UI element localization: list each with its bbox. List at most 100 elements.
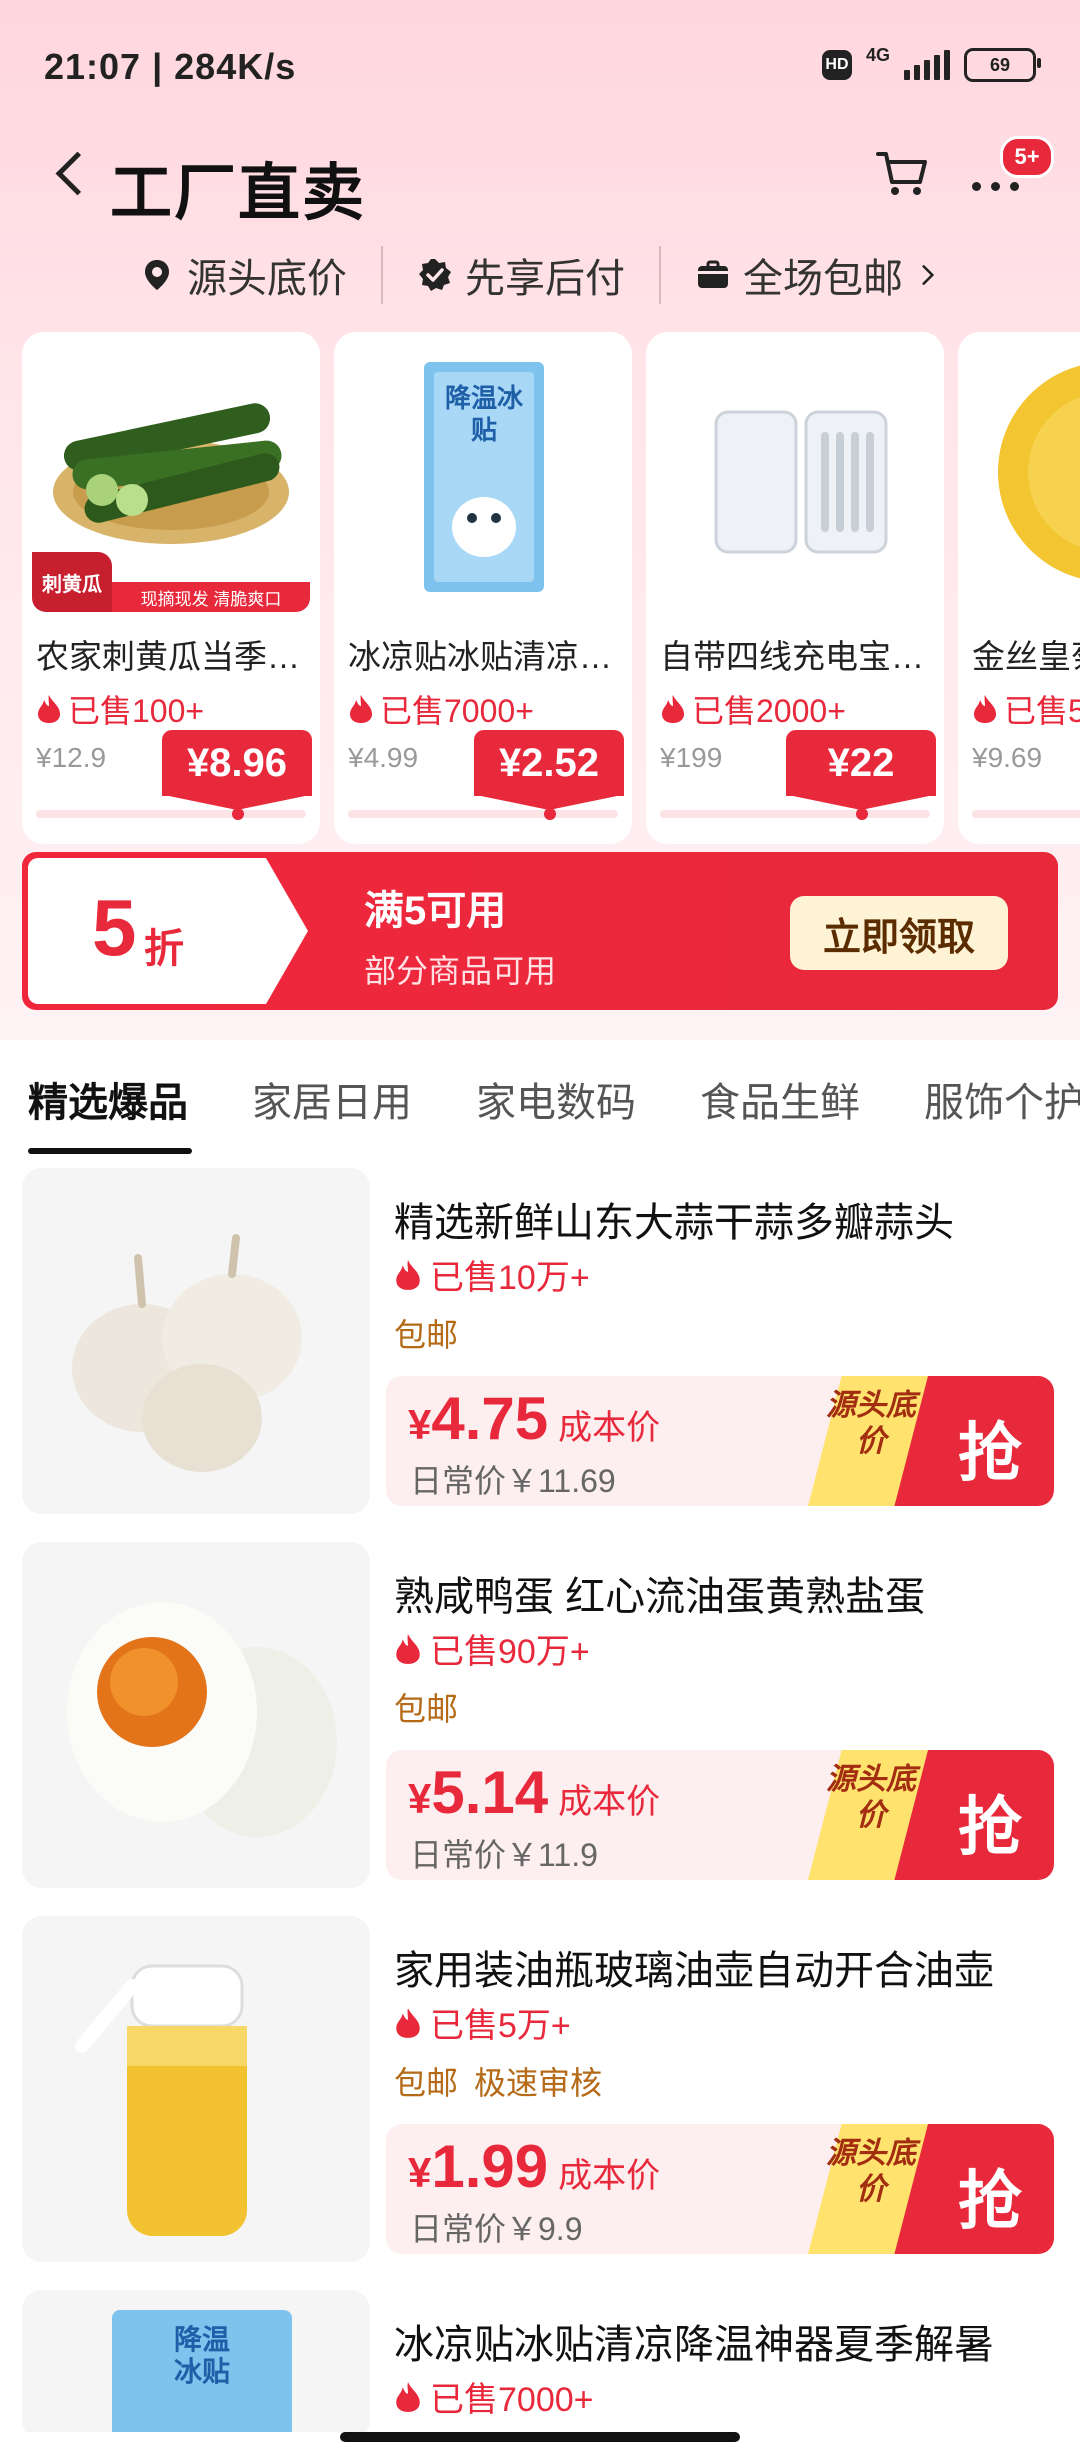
grab-button[interactable]: 源头底价 抢 [804, 1376, 1054, 1506]
product-image: 降温冰贴 [344, 342, 622, 612]
back-button[interactable] [52, 142, 92, 202]
coupon-condition: 满5可用 [364, 889, 507, 933]
product-item[interactable]: 熟咸鸭蛋 红心流油蛋黄熟盐蛋 已售90万+ 包邮 ¥ 5.14 成本价 日常价￥… [0, 1534, 1080, 1908]
price-track [972, 810, 1080, 818]
price-box: ¥ 5.14 成本价 日常价￥11.9 源头底价 抢 [386, 1750, 1054, 1880]
page-title: 工厂直卖 [110, 159, 367, 228]
salted-egg-image [22, 1542, 370, 1888]
source-price-text: 源头底价 [826, 2137, 916, 2206]
deal-price: ¥8.96 [162, 730, 312, 810]
source-price-text: 源头底价 [826, 1763, 916, 1832]
status-time: 21:07 | 284K/s [44, 46, 297, 87]
tab-electronics[interactable]: 家电数码 [476, 1070, 636, 1128]
fire-icon [38, 695, 60, 723]
hot-item-title: 金丝皇菊 [972, 638, 1080, 675]
price-dot [856, 808, 868, 820]
fire-icon [350, 695, 372, 723]
more-button[interactable]: 5+ [960, 136, 1054, 202]
price-box: ¥ 1.99 成本价 日常价￥9.9 源头底价 抢 [386, 2124, 1054, 2254]
oil-bottle-image [22, 1916, 370, 2262]
hot-item-card[interactable]: 自带四线充电宝大容量 已售2000+ ¥199 ¥22 [646, 332, 944, 844]
product-title: 精选新鲜山东大蒜干蒜多瓣蒜头 [394, 1201, 954, 1245]
hot-item-title: 自带四线充电宝大容量 [660, 638, 936, 675]
sold-text: 已售100+ [68, 693, 205, 729]
product-item[interactable]: 精选新鲜山东大蒜干蒜多瓣蒜头 已售10万+ 包邮 ¥ 4.75 成本价 日常价￥… [0, 1160, 1080, 1534]
coupon-scope: 部分商品可用 [364, 953, 557, 989]
claim-coupon-button[interactable]: 立即领取 [790, 896, 1008, 970]
product-item[interactable]: 降温冰贴 冰凉贴冰贴清凉降温神器夏季解暑 已售7000+ [0, 2282, 1080, 2432]
product-title: 熟咸鸭蛋 红心流油蛋黄熟盐蛋 [394, 1575, 926, 1619]
price-track [660, 810, 930, 818]
original-price: ¥12.9 [36, 742, 107, 773]
fire-icon [396, 2007, 420, 2038]
product-tags: 包邮 [394, 1684, 458, 1730]
cart-icon [876, 152, 927, 195]
hot-items-carousel[interactable]: 刺黄瓜 现摘现发 清脆爽口 农家刺黄瓜当季新鲜 已售100+ ¥12.9 ¥8.… [22, 332, 1080, 848]
product-title: 冰凉贴冰贴清凉降温神器夏季解暑 [394, 2323, 994, 2367]
daily-price: 日常价￥11.69 [410, 1463, 616, 1499]
product-item[interactable]: 家用装油瓶玻璃油壶自动开合油壶 已售5万+ 包邮 极速审核 ¥ 1.99 成本价… [0, 1908, 1080, 2282]
location-pin-icon [145, 260, 169, 290]
notification-badge: 5+ [1000, 136, 1054, 178]
hot-item-sold: 已售7000+ [348, 686, 534, 732]
battery-icon: 69 [964, 48, 1041, 82]
price-track [348, 810, 618, 818]
hot-item-card[interactable]: 金丝皇菊 已售5 ¥9.69 [958, 332, 1080, 844]
chevron-right-icon [922, 265, 935, 285]
product-title: 家用装油瓶玻璃油壶自动开合油壶 [394, 1949, 994, 1993]
hot-item-card[interactable]: 刺黄瓜 现摘现发 清脆爽口 农家刺黄瓜当季新鲜 已售100+ ¥12.9 ¥8.… [22, 332, 320, 844]
daily-price: 日常价￥11.9 [410, 1837, 598, 1873]
tab-featured[interactable]: 精选爆品 [28, 1070, 188, 1128]
currency-symbol: ¥ [408, 2149, 432, 2196]
status-bar: 21:07 | 284K/s HD 4G 69 [0, 0, 1080, 120]
currency-symbol: ¥ [408, 1401, 432, 1448]
deal-price: ¥2.52 [474, 730, 624, 810]
grab-button[interactable]: 源头底价 抢 [804, 1750, 1054, 1880]
coupon-unit: 折 [144, 927, 184, 971]
feature-strip[interactable]: 源头底价 先享后付 全场包邮 [0, 240, 1080, 310]
product-image: 刺黄瓜 现摘现发 清脆爽口 [32, 342, 310, 612]
garlic-image [22, 1168, 370, 1514]
hot-item-title: 农家刺黄瓜当季新鲜 [36, 638, 312, 675]
sold-text: 已售7000+ [380, 693, 534, 729]
grab-label: 抢 [958, 2165, 1022, 2237]
tab-fresh-food[interactable]: 食品生鲜 [700, 1070, 860, 1128]
fire-icon [662, 695, 684, 723]
original-price: ¥199 [660, 742, 723, 773]
currency-symbol: ¥ [408, 1775, 432, 1822]
cost-price: ¥ 4.75 成本价 [408, 1384, 660, 1453]
product-image: 降温冰贴 [22, 2290, 370, 2432]
product-sold: 已售5万+ [394, 1998, 571, 2047]
original-price: ¥4.99 [348, 742, 419, 773]
hot-item-title: 冰凉贴冰贴清凉降温 [348, 638, 624, 675]
home-indicator[interactable] [340, 2432, 740, 2442]
price-value: 1.99 [431, 2133, 549, 2200]
price-dot [232, 808, 244, 820]
grab-label: 抢 [958, 1417, 1022, 1489]
product-sold: 已售90万+ [394, 1624, 590, 1673]
price-value: 4.75 [431, 1385, 549, 1452]
tab-apparel[interactable]: 服饰个护 [924, 1070, 1080, 1128]
more-icon [972, 182, 1019, 191]
grab-label: 抢 [958, 1791, 1022, 1863]
product-image [656, 342, 934, 612]
price-box: ¥ 4.75 成本价 日常价￥11.69 源头底价 抢 [386, 1376, 1054, 1506]
original-price: ¥9.69 [972, 742, 1043, 773]
hot-item-card[interactable]: 降温冰贴 冰凉贴冰贴清凉降温 已售7000+ ¥4.99 ¥2.52 [334, 332, 632, 844]
active-tab-indicator [28, 1148, 192, 1154]
tab-home[interactable]: 家居日用 [252, 1070, 412, 1128]
daily-price: 日常价￥9.9 [410, 2211, 583, 2247]
price-dot [544, 808, 556, 820]
tag-free-shipping: 包邮 [394, 2065, 459, 2101]
top-navigation: 工厂直卖 5+ [0, 120, 1080, 230]
tag-fast-review: 极速审核 [474, 2065, 603, 2101]
coupon-value: 5 [92, 883, 137, 972]
badge-sub-label: 现摘现发 清脆爽口 [112, 582, 310, 612]
sold-text: 已售5万+ [430, 2007, 571, 2045]
sold-text: 已售2000+ [692, 693, 846, 729]
cart-button[interactable] [872, 142, 932, 202]
product-sold: 已售10万+ [394, 1250, 590, 1299]
grab-button[interactable]: 源头底价 抢 [804, 2124, 1054, 2254]
discount-coupon[interactable]: 5 折 满5可用 部分商品可用 立即领取 [22, 852, 1058, 1010]
product-image [968, 342, 1080, 612]
